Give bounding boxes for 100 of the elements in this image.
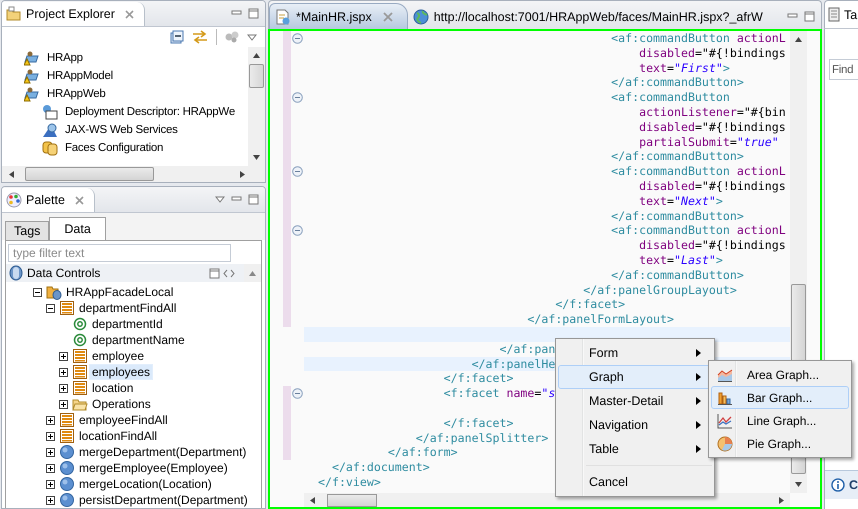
menu-item[interactable]: Line Graph... — [711, 409, 849, 432]
submenu-arrow-icon — [696, 445, 701, 453]
expander-icon[interactable] — [59, 400, 68, 408]
editor-tab[interactable]: http://localhost:7001/HRAppWeb/faces/MainHR.jspx?_afrW — [408, 4, 777, 29]
maximize-icon[interactable] — [804, 11, 815, 22]
filter-icon[interactable] — [225, 31, 239, 43]
category-tab[interactable]: Data — [49, 217, 106, 240]
menu-item[interactable]: Form — [558, 341, 712, 365]
category-tab[interactable]: Tags — [5, 221, 50, 240]
scroll-thumb[interactable] — [327, 494, 377, 506]
view-menu-icon[interactable] — [215, 196, 225, 203]
maximize-icon[interactable] — [248, 194, 259, 205]
menu-item[interactable]: Bar Graph... — [711, 386, 849, 409]
code-line: </af:form> — [386, 445, 458, 460]
tree-item[interactable]: departmentFindAll — [76, 300, 180, 316]
project-icon — [24, 86, 40, 102]
maximize-icon[interactable] — [248, 8, 259, 19]
expander-icon[interactable] — [33, 288, 42, 296]
fold-icon[interactable] — [292, 32, 303, 44]
collection-icon — [72, 380, 88, 396]
tree-item[interactable]: HRAppFacadeLocal — [63, 284, 176, 300]
tree-item[interactable]: Deployment Descriptor: HRAppWe — [62, 105, 238, 119]
vertical-scrollbar[interactable] — [244, 264, 261, 282]
fold-icon[interactable] — [292, 225, 303, 236]
code-line: disabled="#{!bindings — [638, 238, 786, 252]
expander-icon[interactable] — [46, 464, 55, 472]
code-line: <af:commandButton — [610, 90, 730, 104]
tree-item[interactable]: HRAppModel — [44, 69, 116, 83]
find-field[interactable]: Find — [829, 59, 858, 80]
view-tab[interactable]: Ta — [824, 0, 858, 29]
document-icon — [828, 7, 840, 22]
scroll-thumb[interactable] — [249, 64, 264, 88]
expander-icon[interactable] — [59, 352, 68, 360]
close-icon[interactable] — [124, 10, 134, 18]
fold-icon[interactable] — [292, 92, 303, 104]
globe-icon — [42, 122, 58, 138]
collapse-all-icon[interactable] — [170, 30, 184, 44]
tree-item[interactable]: Faces Configuration — [62, 141, 166, 155]
palette-icon — [6, 192, 22, 208]
code-line: <af:commandButton actionL — [610, 164, 786, 178]
menu-item[interactable]: Navigation — [558, 413, 712, 437]
maximize-icon[interactable] — [209, 268, 220, 278]
close-icon[interactable] — [74, 196, 84, 204]
scroll-right-icon[interactable] — [240, 170, 245, 178]
horizontal-scrollbar[interactable] — [2, 166, 265, 182]
expander-icon[interactable] — [46, 496, 55, 504]
expander-icon[interactable] — [59, 384, 68, 392]
tree-item[interactable]: mergeDepartment(Department) — [76, 444, 250, 460]
tree-item[interactable]: employeeFindAll — [76, 412, 171, 428]
scroll-left-icon[interactable] — [9, 170, 14, 178]
scroll-left-icon[interactable] — [310, 496, 315, 504]
expander-icon[interactable] — [46, 416, 55, 424]
expander-icon[interactable] — [46, 448, 55, 456]
link-arrows-icon[interactable] — [192, 30, 208, 44]
scroll-down-icon[interactable] — [795, 482, 802, 487]
collection-icon — [59, 412, 75, 428]
expander-icon[interactable] — [59, 368, 68, 376]
expander-icon[interactable] — [46, 304, 55, 312]
scroll-up-icon[interactable] — [795, 37, 802, 42]
collapse-icon[interactable] — [223, 268, 235, 278]
tree-item[interactable]: HRAppWeb — [44, 87, 109, 101]
submenu-arrow-icon — [696, 397, 701, 405]
scroll-down-icon[interactable] — [253, 155, 260, 160]
horizontal-scrollbar[interactable] — [304, 493, 790, 507]
tree-item[interactable]: Operations — [89, 396, 154, 412]
view-tab[interactable]: Project Explorer — [2, 2, 145, 26]
tree-item[interactable]: mergeEmployee(Employee) — [76, 460, 231, 476]
view-tab[interactable]: Palette — [2, 188, 95, 212]
menu-item[interactable]: Area Graph... — [711, 363, 849, 386]
project-icon — [24, 68, 40, 84]
menu-item[interactable]: Cancel — [558, 470, 712, 494]
collection-icon — [59, 300, 75, 316]
expander-icon[interactable] — [46, 480, 55, 488]
tree-item[interactable]: employee — [89, 348, 148, 364]
tree-item[interactable]: persistDepartment(Department) — [76, 492, 251, 508]
tree-item[interactable]: departmentId — [89, 316, 166, 332]
menu-item[interactable]: Master-Detail — [558, 389, 712, 413]
submenu-arrow-icon — [696, 421, 701, 429]
collection-icon — [72, 364, 88, 380]
tree-item[interactable]: employees — [89, 364, 154, 380]
fold-icon[interactable] — [292, 388, 303, 400]
tree-item[interactable]: departmentName — [89, 332, 188, 348]
code-line: actionListener="#{bin — [638, 104, 786, 119]
filter-field[interactable]: type filter text — [8, 244, 231, 262]
fold-icon[interactable] — [292, 166, 303, 178]
tree-item[interactable]: location — [89, 380, 136, 396]
scroll-thumb[interactable] — [25, 167, 154, 181]
editor-tab[interactable]: *MainHR.jspx — [269, 3, 408, 29]
tree-item[interactable]: JAX-WS Web Services — [62, 123, 181, 137]
scroll-up-icon[interactable] — [253, 53, 260, 58]
code-line: <af:commandButton actionL — [610, 31, 786, 45]
tree-item[interactable]: mergeLocation(Location) — [76, 476, 215, 492]
scroll-right-icon[interactable] — [779, 496, 784, 504]
menu-item[interactable]: Table — [558, 437, 712, 461]
tree-item[interactable]: HRApp — [44, 51, 86, 65]
vertical-scrollbar[interactable] — [248, 47, 265, 166]
view-menu-icon[interactable] — [247, 34, 257, 40]
tree-item[interactable]: locationFindAll — [76, 428, 160, 444]
expander-icon[interactable] — [46, 432, 55, 440]
menu-item[interactable]: Pie Graph... — [711, 432, 849, 455]
